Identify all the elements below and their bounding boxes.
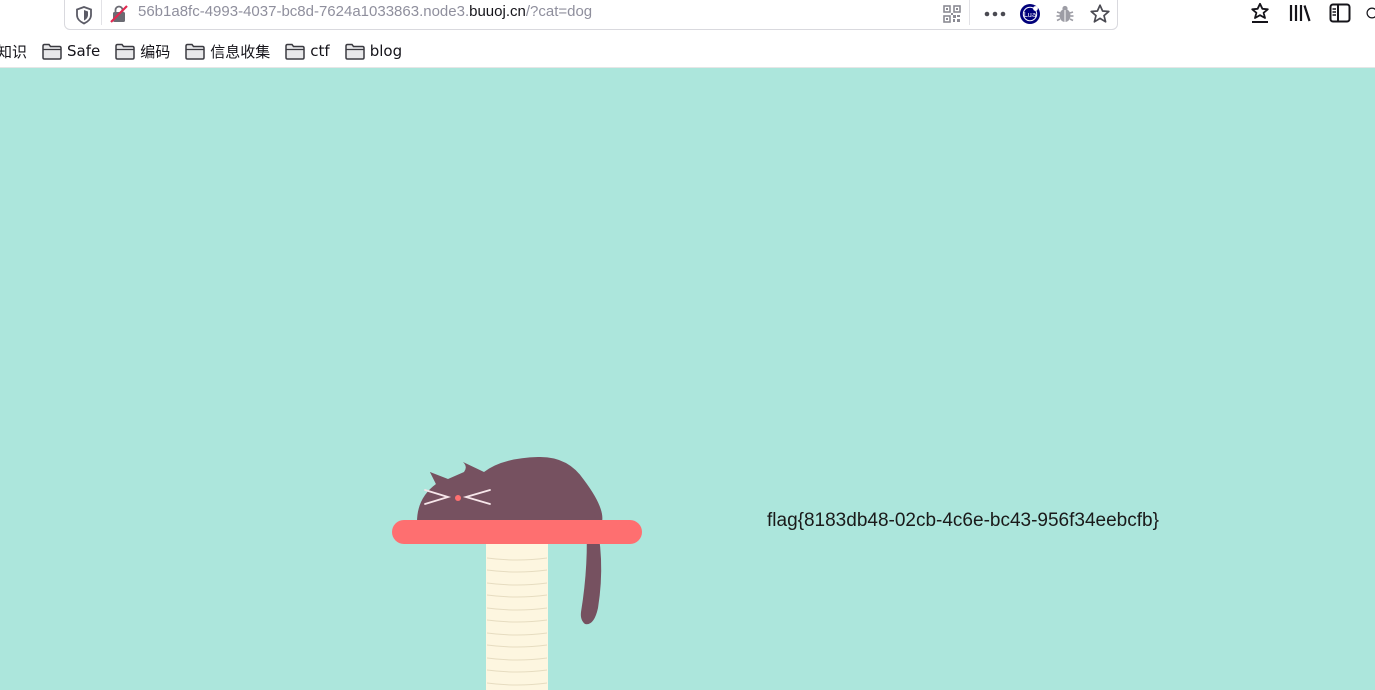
bookmark-folder-blog[interactable]: blog bbox=[344, 42, 403, 60]
bookmark-folder-safe[interactable]: Safe bbox=[42, 42, 100, 60]
insecure-connection-icon[interactable] bbox=[109, 4, 129, 24]
bookmark-label: 知识 bbox=[0, 42, 28, 61]
sleeping-cat-illustration bbox=[392, 456, 642, 690]
bookmark-label: Safe bbox=[67, 42, 101, 60]
bug-icon[interactable] bbox=[1054, 3, 1076, 25]
folder-icon bbox=[344, 43, 365, 60]
browser-chrome: 56b1a8fc-4993-4037-bc8d-7624a1033863.nod… bbox=[0, 0, 1375, 68]
url-text[interactable]: 56b1a8fc-4993-4037-bc8d-7624a1033863.nod… bbox=[138, 3, 592, 20]
bookmark-item-knowledge[interactable]: 知识 bbox=[0, 41, 27, 62]
url-bar[interactable]: 56b1a8fc-4993-4037-bc8d-7624a1033863.nod… bbox=[64, 0, 1118, 30]
library-icon[interactable] bbox=[1288, 1, 1312, 25]
folder-icon bbox=[115, 43, 135, 60]
page-content: flag{8183db48-02cb-4c6e-bc43-956f34eebcf… bbox=[0, 68, 1375, 690]
qr-code-icon[interactable] bbox=[941, 3, 963, 25]
cat-platform bbox=[392, 520, 642, 544]
bookmark-folder-info-gathering[interactable]: 信息收集 bbox=[185, 41, 270, 62]
more-dots-icon[interactable] bbox=[984, 3, 1006, 25]
folder-icon bbox=[285, 43, 306, 60]
lua-badge-text: Lua bbox=[1024, 11, 1037, 19]
bookmark-folder-encoding[interactable]: 编码 bbox=[115, 41, 170, 62]
folder-icon bbox=[185, 43, 206, 60]
sidebar-icon[interactable] bbox=[1328, 1, 1352, 25]
reading-list-icon[interactable] bbox=[1248, 1, 1272, 25]
bookmark-label: blog bbox=[369, 42, 403, 60]
url-domain: buuoj.cn bbox=[469, 3, 526, 20]
bookmark-folder-ctf[interactable]: ctf bbox=[285, 42, 330, 60]
url-suffix: /?cat=dog bbox=[525, 3, 593, 20]
url-separator bbox=[101, 0, 102, 25]
bookmark-label: 编码 bbox=[140, 42, 171, 61]
bookmark-label: 信息收集 bbox=[210, 42, 271, 61]
url-actions-separator bbox=[969, 0, 970, 25]
folder-icon bbox=[42, 43, 62, 60]
bookmarks-toolbar: 知识 Safe 编码 信息收集 ctf blog bbox=[0, 38, 417, 64]
bookmark-label: ctf bbox=[310, 42, 330, 60]
url-prefix: 56b1a8fc-4993-4037-bc8d-7624a1033863.nod… bbox=[138, 3, 470, 20]
bookmark-star-icon[interactable] bbox=[1089, 3, 1111, 25]
tracking-protection-shield-icon[interactable] bbox=[75, 5, 93, 25]
account-icon[interactable] bbox=[1366, 1, 1375, 25]
lua-extension-icon[interactable]: Lua bbox=[1019, 3, 1041, 25]
scratching-post bbox=[486, 542, 548, 690]
flag-text: flag{8183db48-02cb-4c6e-bc43-956f34eebcf… bbox=[767, 510, 1159, 531]
